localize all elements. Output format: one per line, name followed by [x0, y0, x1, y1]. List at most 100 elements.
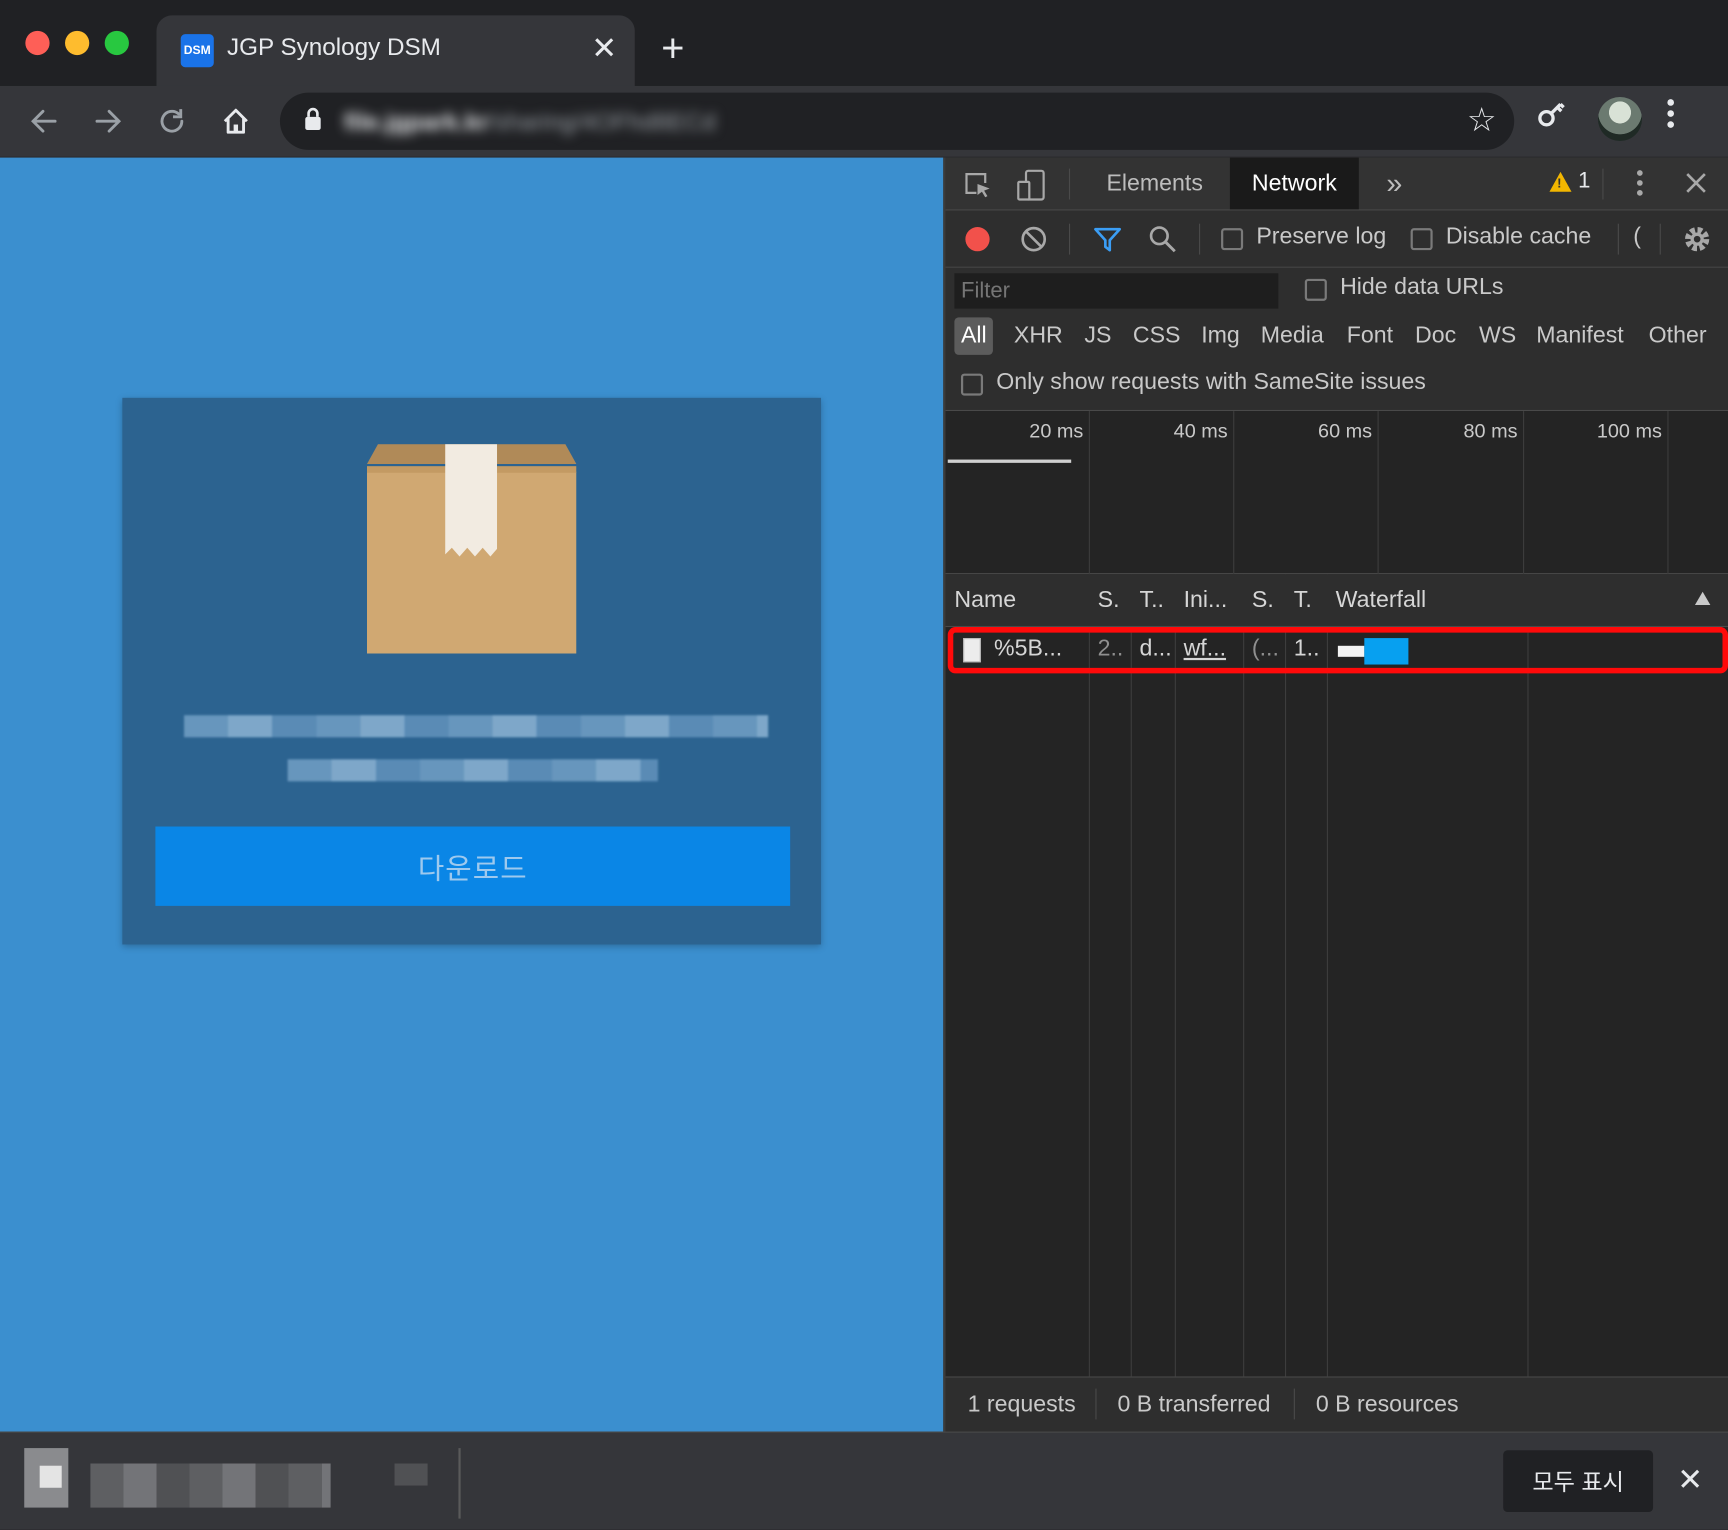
summary-divider: [1095, 1388, 1097, 1420]
dsm-favicon-icon: DSM: [180, 34, 214, 68]
type-filter-ws[interactable]: WS: [1479, 317, 1516, 354]
type-filter-other[interactable]: Other: [1649, 317, 1707, 354]
forward-icon[interactable]: [86, 99, 130, 143]
clear-icon[interactable]: [1020, 226, 1047, 258]
type-filter-doc[interactable]: Doc: [1415, 317, 1456, 354]
back-icon[interactable]: [22, 99, 66, 143]
password-key-icon[interactable]: [1529, 92, 1578, 141]
warning-icon: !: [1549, 171, 1572, 192]
overview-gridline: [1667, 411, 1669, 575]
overview-tick-label: 20 ms: [1029, 419, 1084, 442]
show-all-button[interactable]: 모두 표시: [1503, 1450, 1654, 1513]
device-toolbar-icon[interactable]: [1016, 169, 1047, 208]
summary-resources: 0 B resources: [1315, 1391, 1459, 1418]
type-filter-manifest[interactable]: Manifest: [1536, 317, 1623, 354]
inspect-element-icon[interactable]: [963, 171, 992, 205]
browser-window: DSM JGP Synology DSM ✕ + file.jgpark.kr/…: [0, 0, 1728, 1530]
toolbar-divider: [1602, 168, 1604, 200]
record-button[interactable]: [965, 227, 990, 252]
column-header-status[interactable]: S.: [1098, 587, 1120, 613]
column-divider[interactable]: [1243, 574, 1245, 1377]
hide-data-urls-checkbox[interactable]: [1304, 278, 1327, 301]
bookmark-star-icon[interactable]: ☆: [1467, 101, 1497, 140]
disable-cache-checkbox[interactable]: [1410, 228, 1433, 251]
devtools-tabbar: Elements Network » ! 1: [945, 157, 1728, 211]
lock-icon[interactable]: [304, 107, 322, 138]
zoom-window-button[interactable]: [104, 30, 129, 56]
filter-funnel-icon[interactable]: [1093, 226, 1122, 258]
warnings-counter[interactable]: ! 1: [1549, 169, 1590, 194]
blurred-file-icon: [39, 1465, 62, 1488]
download-shelf: 모두 표시 ✕: [0, 1431, 1728, 1530]
browser-toolbar: file.jgpark.kr/sharing/4OFhd8ECd ☆: [0, 85, 1728, 157]
overview-tick-label: 80 ms: [1463, 419, 1518, 442]
search-icon[interactable]: [1148, 225, 1177, 259]
overview-load-bar: [947, 459, 1072, 463]
tab-close-icon[interactable]: ✕: [591, 31, 617, 66]
toolbar-divider: [1068, 223, 1071, 255]
overview-tick-label: 40 ms: [1173, 419, 1228, 442]
minimize-window-button[interactable]: [65, 30, 90, 56]
blurred-file-info: [287, 759, 658, 782]
devtools-panel: Elements Network » ! 1 Preserve log Disa…: [943, 157, 1728, 1432]
type-filter-img[interactable]: Img: [1201, 317, 1240, 354]
samesite-checkbox[interactable]: [960, 373, 984, 396]
column-divider[interactable]: [1326, 574, 1328, 1377]
tab-strip: DSM JGP Synology DSM ✕ +: [0, 0, 1728, 86]
home-icon[interactable]: [214, 99, 258, 143]
column-header-name[interactable]: Name: [954, 587, 1016, 613]
close-devtools-icon[interactable]: [1684, 171, 1708, 201]
column-header-type[interactable]: T..: [1140, 587, 1164, 613]
page-viewport: 다운로드: [0, 157, 944, 1432]
highlight-annotation: [947, 627, 1728, 674]
download-button[interactable]: 다운로드: [155, 826, 791, 906]
toolbar-divider: [1199, 223, 1201, 255]
overview-gridline: [1233, 411, 1235, 575]
throttling-select[interactable]: (: [1633, 224, 1641, 250]
column-divider[interactable]: [1174, 574, 1176, 1377]
type-filter-xhr[interactable]: XHR: [1014, 317, 1063, 354]
toolbar-divider: [1659, 223, 1661, 255]
samesite-label: Only show requests with SameSite issues: [996, 369, 1426, 395]
network-overview-timeline[interactable]: 20 ms 40 ms 60 ms 80 ms 100 ms: [945, 411, 1728, 575]
waterfall-gridline: [1527, 574, 1529, 1377]
devtools-menu-icon[interactable]: [1635, 169, 1644, 203]
profile-avatar[interactable]: [1597, 96, 1643, 142]
close-shelf-icon[interactable]: ✕: [1677, 1461, 1703, 1497]
overview-gridline: [1088, 411, 1090, 575]
reload-icon[interactable]: [150, 99, 194, 143]
close-window-button[interactable]: [25, 30, 50, 56]
preserve-log-checkbox[interactable]: [1221, 228, 1244, 251]
address-bar[interactable]: file.jgpark.kr/sharing/4OFhd8ECd ☆: [279, 92, 1515, 150]
type-filter-all[interactable]: All: [954, 317, 994, 355]
more-tabs-icon[interactable]: »: [1364, 158, 1424, 210]
blurred-filename: [184, 715, 769, 738]
download-item[interactable]: [24, 1448, 432, 1512]
summary-divider: [1293, 1388, 1295, 1420]
browser-tab[interactable]: DSM JGP Synology DSM ✕: [156, 15, 635, 86]
type-filter-js[interactable]: JS: [1084, 317, 1111, 354]
column-divider[interactable]: [1284, 574, 1287, 1377]
package-box-icon: [366, 444, 577, 654]
column-header-time[interactable]: T.: [1294, 587, 1312, 613]
column-header-initiator[interactable]: Ini...: [1184, 587, 1228, 613]
type-filter-font[interactable]: Font: [1347, 317, 1393, 354]
column-divider[interactable]: [1130, 574, 1132, 1377]
column-header-waterfall[interactable]: Waterfall: [1336, 587, 1426, 613]
new-tab-button[interactable]: +: [661, 26, 684, 70]
column-header-size[interactable]: S.: [1252, 587, 1274, 613]
tab-network[interactable]: Network: [1229, 157, 1359, 210]
blurred-filename: [90, 1463, 331, 1508]
filter-input[interactable]: [954, 273, 1279, 309]
overview-tick-label: 100 ms: [1596, 419, 1662, 442]
hide-data-urls-label: Hide data URLs: [1340, 274, 1504, 300]
type-filter-media[interactable]: Media: [1261, 317, 1324, 354]
tab-elements[interactable]: Elements: [1084, 158, 1225, 210]
type-filter-css[interactable]: CSS: [1133, 317, 1181, 354]
chrome-menu-icon[interactable]: [1666, 97, 1675, 139]
sort-ascending-icon: [1694, 591, 1711, 606]
warning-count: 1: [1578, 168, 1591, 193]
network-settings-gear-icon[interactable]: [1682, 224, 1713, 260]
column-divider[interactable]: [1088, 574, 1090, 1377]
network-summary-bar: 1 requests 0 B transferred 0 B resources: [945, 1376, 1728, 1432]
